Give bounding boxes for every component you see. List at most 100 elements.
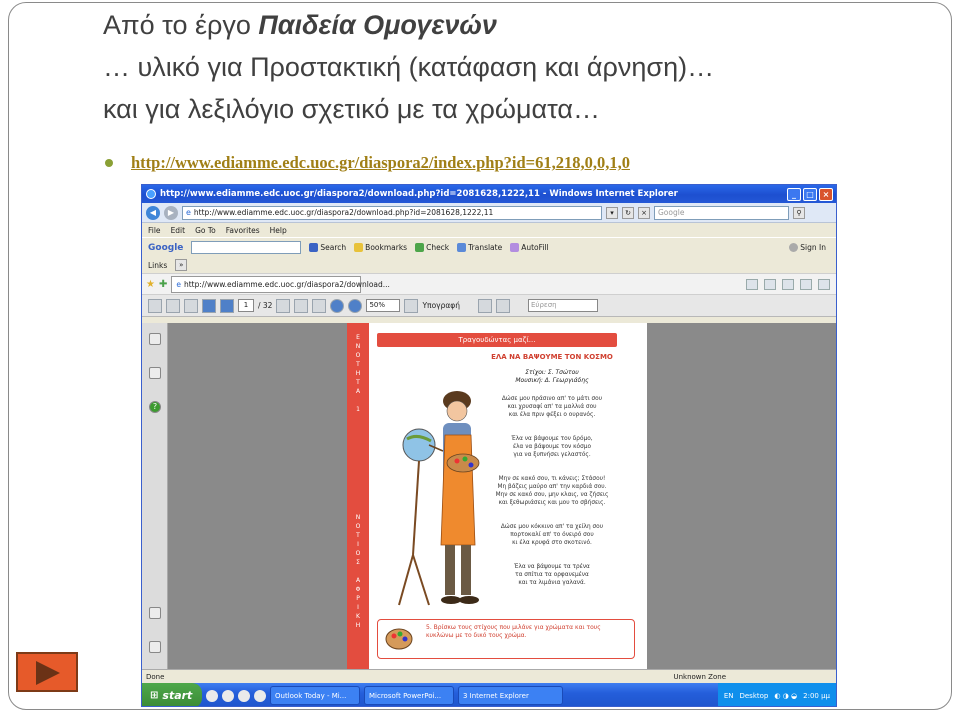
start-button[interactable]: ⊞ start xyxy=(142,683,202,706)
comments-icon[interactable] xyxy=(149,641,161,653)
translate-button[interactable]: Translate xyxy=(457,243,502,252)
task-outlook[interactable]: Outlook Today - Mi... xyxy=(270,686,360,705)
page-total: / 32 xyxy=(258,301,273,310)
stanza-5: Έλα να βάψουμε τα τρένα τα σπίτια τα ορφ… xyxy=(514,564,590,586)
translate-icon xyxy=(457,243,467,252)
prev-page-icon[interactable] xyxy=(202,298,216,313)
find-input[interactable]: Εύρεση xyxy=(528,299,598,312)
check-icon xyxy=(415,243,425,252)
windows-flag-icon: ⊞ xyxy=(150,690,159,701)
print-icon[interactable] xyxy=(782,278,794,290)
attachments-icon[interactable] xyxy=(149,607,161,619)
desktop-toolbar[interactable]: Desktop xyxy=(739,692,768,700)
language-indicator[interactable]: EN xyxy=(724,692,734,700)
bullet-item: http://www.ediamme.edc.uoc.gr/diaspora2/… xyxy=(105,152,630,174)
home-icon[interactable] xyxy=(746,278,758,290)
menu-favorites[interactable]: Favorites xyxy=(226,226,260,235)
forward-icon[interactable]: ▶ xyxy=(164,205,178,220)
pages-icon[interactable] xyxy=(149,333,161,345)
title-line-2: … υλικό για Προστακτική (κατάφαση και άρ… xyxy=(103,52,715,82)
favorites-star-icon[interactable]: ★ xyxy=(146,279,155,290)
dropdown-icon[interactable]: ▾ xyxy=(606,206,618,219)
search-input[interactable]: Google xyxy=(654,205,789,220)
close-icon[interactable]: × xyxy=(819,187,833,201)
quicklaunch-explorer-icon[interactable] xyxy=(254,689,266,702)
song-banner: Τραγουδώντας μαζί... xyxy=(377,333,617,347)
quicklaunch-media-icon[interactable] xyxy=(222,689,234,702)
zoom-tool-icon[interactable] xyxy=(312,298,327,313)
sign-icon[interactable] xyxy=(404,298,419,313)
next-page-icon[interactable] xyxy=(220,298,234,313)
links-expand-icon[interactable]: » xyxy=(175,259,188,271)
select-tool-icon[interactable] xyxy=(276,298,291,313)
menu-edit[interactable]: Edit xyxy=(171,226,186,235)
back-icon[interactable]: ◀ xyxy=(146,205,160,220)
bookmarks-icon[interactable] xyxy=(149,367,161,379)
hand-tool-icon[interactable] xyxy=(294,298,309,313)
stanza-4: Δώσε μου κόκκινο απ' τα χείλη σου πορτοκ… xyxy=(500,524,604,546)
pdf-sidebar: ? xyxy=(142,323,168,669)
pdf-page: Ε Ν Ο Τ Η Τ Α 1 Ν Ο Τ Ι Ο Σ Α Φ Ρ Ι Κ Η … xyxy=(347,323,647,669)
page-icon: e xyxy=(186,208,191,217)
slide-title: Από το έργο Παιδεία Ομογενών … υλικό για… xyxy=(103,4,923,130)
save-icon[interactable] xyxy=(148,298,162,313)
quicklaunch-ie-icon[interactable] xyxy=(206,689,218,702)
strip-text-top: Ε Ν Ο Τ Η Τ Α 1 xyxy=(355,334,361,413)
google-search-button[interactable]: Search xyxy=(309,243,346,252)
email-icon[interactable] xyxy=(184,298,198,313)
stanza-1: Δώσε μου πράσινο απ' το μάτι σου και χρυ… xyxy=(501,396,603,418)
zoom-out-icon[interactable] xyxy=(330,298,345,313)
tab-active[interactable]: e http://www.ediamme.edc.uoc.gr/diaspora… xyxy=(171,275,390,293)
tools-menu-icon[interactable] xyxy=(818,278,830,290)
sign-in-button[interactable]: Sign In xyxy=(789,243,826,252)
stanza-3: Μην σε κακό σου, τι κάνεις; Στάσου! Μη β… xyxy=(495,476,609,506)
fit-width-icon[interactable] xyxy=(496,298,510,313)
menu-help[interactable]: Help xyxy=(270,226,287,235)
stop-icon[interactable]: × xyxy=(638,206,650,219)
task-powerpoint[interactable]: Microsoft PowerPoi... xyxy=(364,686,454,705)
page-icon: e xyxy=(176,279,181,289)
print-icon[interactable] xyxy=(166,298,180,313)
page-menu-icon[interactable] xyxy=(800,278,812,290)
autofill-button[interactable]: AutoFill xyxy=(510,243,549,252)
refresh-icon[interactable]: ↻ xyxy=(622,206,634,219)
search-icon xyxy=(309,243,319,252)
google-search-input[interactable] xyxy=(191,241,302,254)
zoom-select[interactable]: 50% xyxy=(366,299,401,312)
google-toolbar: Google Search Bookmarks Check Translate … xyxy=(142,237,836,257)
autofill-label: AutoFill xyxy=(521,243,549,252)
check-button[interactable]: Check xyxy=(415,243,449,252)
source-link[interactable]: http://www.ediamme.edc.uoc.gr/diaspora2/… xyxy=(131,153,630,173)
strip-text-bottom: Ν Ο Τ Ι Ο Σ Α Φ Ρ Ι Κ Η xyxy=(355,514,361,629)
song-title: ΕΛΑ ΝΑ ΒΑΨΟΥΜΕ ΤΟΝ ΚΟΣΜΟ xyxy=(491,353,613,361)
signature-label[interactable]: Υπογραφή xyxy=(422,301,460,310)
zoom-in-icon[interactable] xyxy=(348,298,363,313)
page-number-input[interactable]: 1 xyxy=(238,299,254,312)
fit-page-icon[interactable] xyxy=(478,298,492,313)
quicklaunch-firefox-icon[interactable] xyxy=(238,689,250,702)
help-icon[interactable]: ? xyxy=(149,401,161,413)
address-text: http://www.ediamme.edc.uoc.gr/diaspora2/… xyxy=(193,208,494,217)
system-tray: EN Desktop ◐ ◑ ◒ 2:00 μμ xyxy=(717,683,836,706)
stanza-2: Έλα να βάψουμε τον δρόμο, έλα να βάψουμε… xyxy=(511,436,593,458)
task-internet-explorer[interactable]: 3 Internet Explorer xyxy=(458,686,563,705)
menu-file[interactable]: File xyxy=(148,226,161,235)
google-search-label: Search xyxy=(320,243,347,252)
exercise-box: 5. Βρίσκω τους στίχους που μιλάνε για χρ… xyxy=(377,619,635,659)
maximize-icon[interactable]: □ xyxy=(803,187,817,201)
links-label[interactable]: Links xyxy=(148,261,167,270)
add-favorite-icon[interactable]: ✚ xyxy=(159,279,167,290)
menu-goto[interactable]: Go To xyxy=(195,226,216,235)
address-input[interactable]: e http://www.ediamme.edc.uoc.gr/diaspora… xyxy=(182,205,602,220)
links-bar: Links » xyxy=(142,257,836,273)
bookmarks-label: Bookmarks xyxy=(365,243,408,252)
bookmarks-button[interactable]: Bookmarks xyxy=(354,243,407,252)
menu-bar: File Edit Go To Favorites Help xyxy=(142,223,836,237)
search-icon[interactable]: ⚲ xyxy=(793,206,805,219)
translate-label: Translate xyxy=(468,243,503,252)
start-label: start xyxy=(162,689,193,702)
feeds-icon[interactable] xyxy=(764,278,776,290)
minimize-icon[interactable]: _ xyxy=(787,187,801,201)
next-slide-button[interactable] xyxy=(16,652,78,692)
user-icon xyxy=(789,243,799,252)
